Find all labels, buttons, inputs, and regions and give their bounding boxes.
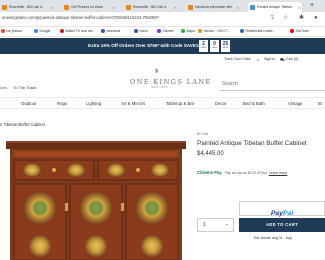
- user-icon[interactable]: ☺: [256, 57, 260, 62]
- breadcrumb[interactable]: n Tibetan Buffet Cabinet: [0, 122, 45, 127]
- product-title: Painted Antique Tibetan Buffet Cabinet: [197, 140, 307, 147]
- paypal-logo-pay: Pay: [270, 210, 283, 217]
- tab-favicon-icon: [250, 4, 255, 10]
- nav-item-decor[interactable]: Decor: [215, 101, 226, 106]
- games-icon: [157, 29, 161, 33]
- browser-tab[interactable]: Get Pictures for Hacie ×: [62, 2, 116, 12]
- quantity-value: 1: [203, 222, 206, 228]
- tab-favicon-icon: [188, 4, 193, 10]
- nav-item-art-mirrors[interactable]: Art & Mirrors: [121, 101, 145, 106]
- paypal-logo-pal: Pal: [282, 210, 294, 217]
- bookmark-icon: [1, 29, 5, 33]
- address-bar: onekingslane.com/p/painted-antique-tibet…: [0, 12, 325, 27]
- citizens-pay-logo: Citizens Pay: [197, 170, 222, 175]
- to-the-trade-link[interactable]: To The Trade: [13, 85, 37, 90]
- share-icon[interactable]: ⇪: [270, 15, 275, 22]
- close-icon[interactable]: ×: [297, 5, 302, 10]
- extensions-icon[interactable]: ✱: [299, 15, 304, 22]
- financing-offer: Citizens Pay Pay as low as $123.47/mo Le…: [197, 170, 287, 175]
- bookmark-item[interactable]: Watch TV and mo...: [60, 29, 95, 33]
- browser-tab-active[interactable]: Painted Antique Tibetan ×: [248, 2, 302, 12]
- nav-item-lighting[interactable]: Lighting: [86, 101, 101, 106]
- nav-item-more[interactable]: Br: [318, 101, 322, 106]
- close-icon[interactable]: ×: [49, 5, 54, 10]
- browser-tab[interactable]: Hacienda rejuvenate with ×: [186, 2, 240, 12]
- tab-favicon-icon: [126, 4, 131, 10]
- bookmark-item[interactable]: Maps: [181, 29, 195, 33]
- tab-title: Get Pictures for Hacie: [71, 5, 104, 9]
- facebook-icon: [101, 29, 105, 33]
- google-icon: [34, 29, 38, 33]
- track-order-link[interactable]: Track Your Order: [224, 57, 251, 61]
- bookmark-item[interactable]: YouTube: [290, 29, 309, 33]
- tab-favicon-icon: [2, 4, 7, 10]
- category-nav: Outdoor Rugs Lighting Art & Mirrors Tabl…: [0, 97, 325, 109]
- chevron-down-icon: ⌄: [224, 221, 229, 227]
- add-to-cart-button[interactable]: ADD TO CART: [239, 218, 325, 232]
- bookmark-item[interactable]: Residential Lease...: [240, 29, 275, 33]
- site-logo[interactable]: ONE KINGS LANE: [130, 78, 212, 86]
- countdown-minutes: 25 MINS: [221, 40, 230, 52]
- countdown-hours: 0 HRS: [210, 40, 219, 52]
- promo-banner: Extra 15% Off Orders Over $750* with Cod…: [0, 38, 325, 54]
- nav-item-bed-bath[interactable]: Bed & Bath: [243, 101, 265, 106]
- search-underline: [219, 90, 325, 91]
- cart-link[interactable]: Cart (0): [286, 57, 298, 61]
- search-input[interactable]: Search: [222, 81, 238, 87]
- bookmark-icon: [240, 29, 244, 33]
- close-icon[interactable]: ×: [235, 5, 240, 10]
- paypal-button[interactable]: PayPal: [239, 201, 325, 217]
- nav-item-vintage[interactable]: Vintage: [288, 101, 303, 106]
- close-icon[interactable]: ×: [111, 5, 116, 10]
- tab-favicon-icon: [64, 4, 69, 10]
- bookmark-icon: [134, 29, 138, 33]
- countdown-days: 2 DAYS: [199, 40, 208, 52]
- bookmarks-bar: ise photos Google Watch TV and mo... fac…: [0, 27, 325, 37]
- tab-title: Rosenville - Bill Cole &: [9, 5, 43, 9]
- bookmark-icon: [198, 29, 202, 33]
- browser-tab[interactable]: Rosenville - Bill Cole & ×: [0, 2, 54, 12]
- bookmark-item[interactable]: Ivans: [134, 29, 148, 33]
- logo-subtitle: NEW YORK: [151, 86, 168, 89]
- bookmark-icon: [60, 29, 64, 33]
- youtube-icon: [290, 29, 294, 33]
- bookmark-item[interactable]: facebook: [101, 29, 120, 33]
- product-image[interactable]: [2, 133, 188, 260]
- sign-in-link[interactable]: Sign In: [264, 57, 275, 61]
- new-tab-button[interactable]: +: [310, 2, 314, 10]
- tab-title: Rosenville - Bill Cole &: [133, 5, 167, 9]
- maps-icon: [181, 29, 185, 33]
- cabinet-illustration: [6, 141, 186, 260]
- browser-tab[interactable]: Rosenville - Bill Cole & ×: [124, 2, 178, 12]
- browser-tab-strip: Rosenville - Bill Cole & × Get Pictures …: [0, 0, 325, 12]
- url-field[interactable]: onekingslane.com/p/painted-antique-tibet…: [2, 15, 159, 20]
- tab-title: Hacienda rejuvenate with: [195, 5, 233, 9]
- product-price: $4,445.00: [197, 151, 224, 157]
- header-link[interactable]: ices: [0, 85, 7, 90]
- bookmark-item[interactable]: ise photos: [1, 29, 22, 33]
- nav-item-tabletop-bar[interactable]: Tabletop & Bar: [166, 101, 194, 106]
- nav-item-rugs[interactable]: Rugs: [57, 101, 67, 106]
- bookmark-star-icon[interactable]: ☆: [283, 15, 288, 22]
- learn-more-link[interactable]: Learn more: [269, 171, 287, 175]
- profile-icon[interactable]: ●: [314, 15, 318, 22]
- estimated-arrival: Est. Arrival: Aug 31 - Aug: [254, 236, 292, 240]
- bookmark-item[interactable]: Google: [34, 29, 50, 33]
- promo-text[interactable]: Extra 15% Off Orders Over $750* with Cod…: [88, 43, 201, 48]
- tab-title: Painted Antique Tibetan: [257, 5, 292, 9]
- close-icon[interactable]: ×: [173, 5, 178, 10]
- financing-text: Pay as low as $123.47/mo: [224, 170, 267, 175]
- product-brand[interactable]: Be Live: [197, 132, 208, 136]
- quantity-select[interactable]: 1 ⌄: [197, 218, 234, 232]
- bookmark-item[interactable]: Games: [157, 29, 173, 33]
- cart-icon[interactable]: ⛟: [280, 57, 285, 63]
- logo-crown-icon: ♜: [154, 69, 160, 75]
- nav-item-outdoor[interactable]: Outdoor: [21, 101, 37, 106]
- bookmark-item[interactable]: Vendor - Get l F...: [198, 29, 230, 33]
